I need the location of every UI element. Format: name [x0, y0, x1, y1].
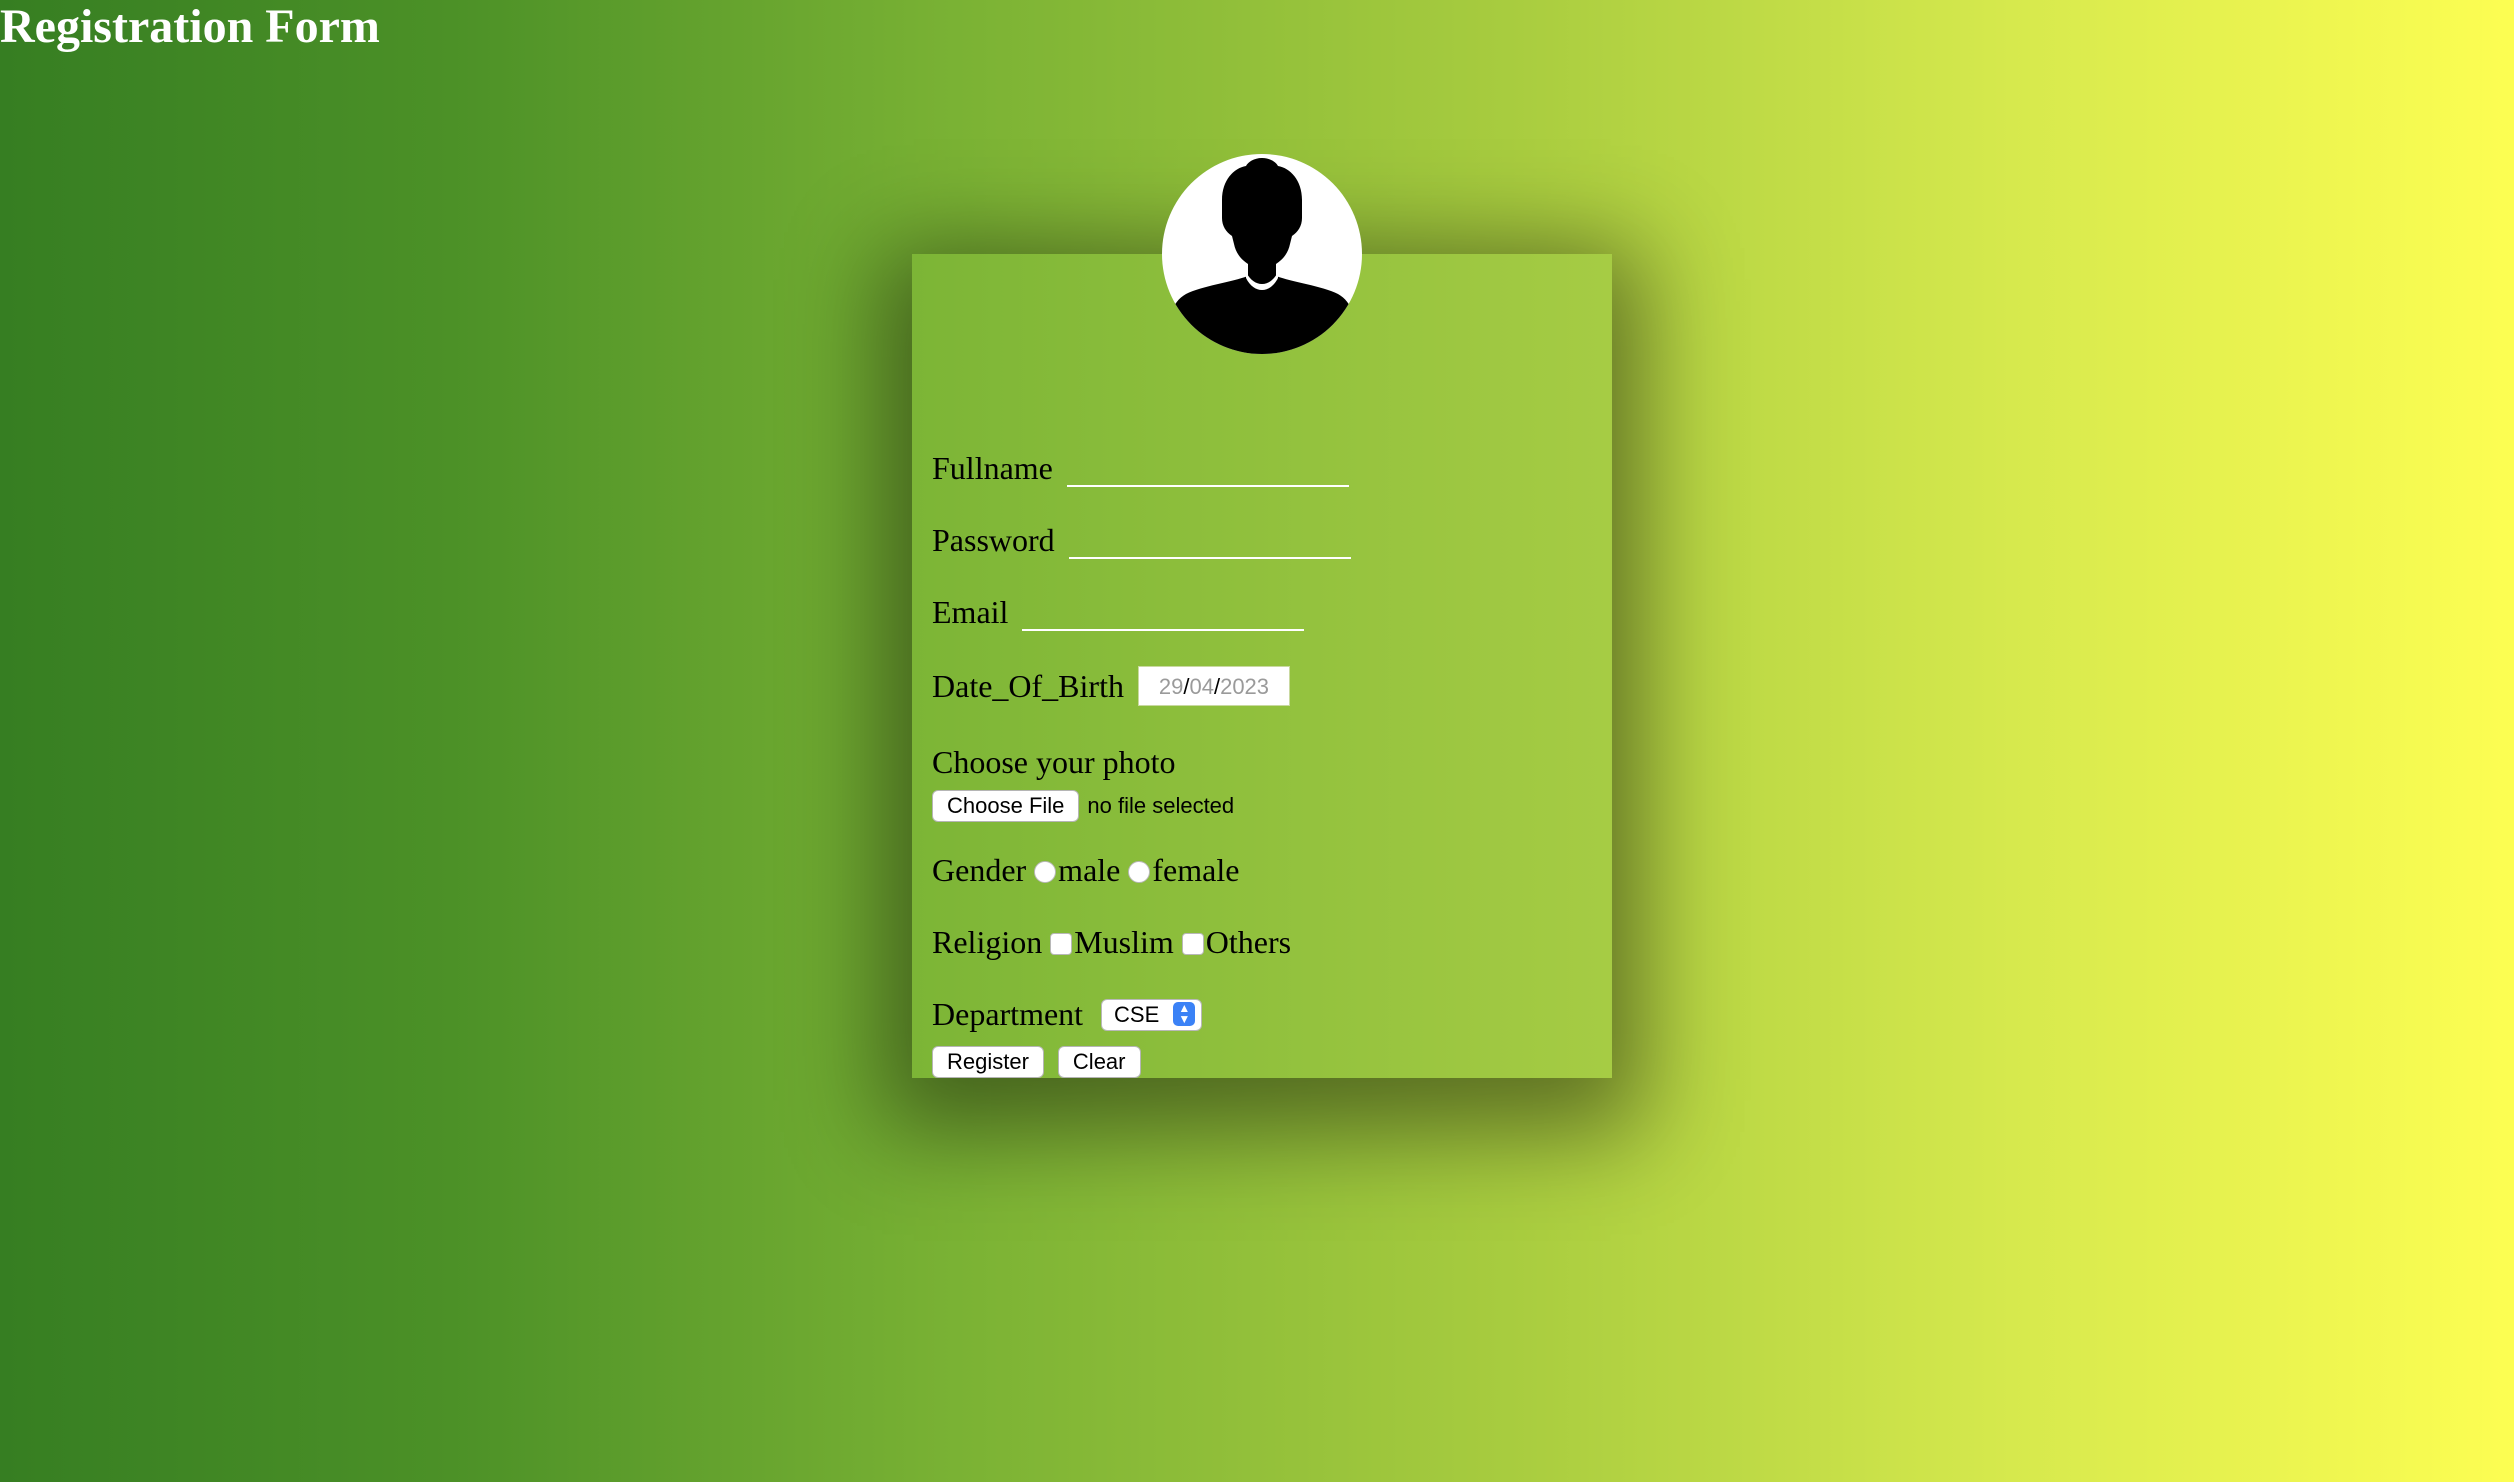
register-button[interactable]: Register	[932, 1045, 1044, 1078]
department-row: Department CSE ▲ ▼	[932, 996, 1203, 1034]
department-selected-value: CSE	[1114, 1001, 1160, 1027]
actions-row: Register Clear	[932, 1040, 1141, 1078]
gender-female-radio[interactable]	[1128, 860, 1151, 883]
email-input[interactable]	[1022, 600, 1305, 631]
dob-year[interactable]: 2023	[1220, 674, 1269, 699]
fullname-input[interactable]	[1066, 456, 1349, 487]
gender-label: Gender	[932, 852, 1027, 888]
email-label: Email	[932, 594, 1009, 630]
religion-muslim-label: Muslim	[1074, 924, 1174, 960]
fullname-row: Fullname	[932, 450, 1349, 487]
gender-male-label: male	[1058, 852, 1121, 888]
dob-month[interactable]: 04	[1189, 674, 1213, 699]
user-silhouette-icon	[1166, 158, 1358, 354]
religion-others-checkbox[interactable]	[1181, 932, 1204, 955]
gender-row: Gender male female	[932, 852, 1239, 888]
file-status: no file selected	[1087, 792, 1235, 818]
choose-file-button[interactable]: Choose File	[932, 789, 1080, 822]
password-row: Password	[932, 522, 1351, 559]
religion-row: Religion Muslim Others	[932, 924, 1291, 960]
dob-day[interactable]: 29	[1159, 674, 1183, 699]
religion-label: Religion	[932, 924, 1043, 960]
file-row: Choose File no file selected	[932, 784, 1234, 824]
religion-others-label: Others	[1205, 924, 1292, 960]
chevron-updown-icon: ▲ ▼	[1173, 1001, 1196, 1026]
dob-label: Date_Of_Birth	[932, 668, 1124, 704]
page-title: Registration Form	[0, 0, 380, 53]
clear-button[interactable]: Clear	[1057, 1045, 1141, 1078]
email-row: Email	[932, 594, 1305, 631]
gender-male-radio[interactable]	[1034, 860, 1057, 883]
photo-row: Choose your photo	[932, 744, 1176, 780]
fullname-label: Fullname	[932, 450, 1053, 486]
photo-label: Choose your photo	[932, 744, 1176, 780]
avatar	[1162, 154, 1362, 354]
password-input[interactable]	[1068, 528, 1351, 559]
dob-row: Date_Of_Birth 29/04/2023	[932, 665, 1290, 710]
password-label: Password	[932, 522, 1055, 558]
department-label: Department	[932, 996, 1084, 1032]
religion-muslim-checkbox[interactable]	[1050, 932, 1073, 955]
gender-female-label: female	[1152, 852, 1240, 888]
department-select[interactable]: CSE ▲ ▼	[1101, 998, 1203, 1031]
dob-date-input[interactable]: 29/04/2023	[1137, 665, 1290, 706]
registration-card: Fullname Password Email Date_Of_Birth 29…	[912, 254, 1612, 1078]
